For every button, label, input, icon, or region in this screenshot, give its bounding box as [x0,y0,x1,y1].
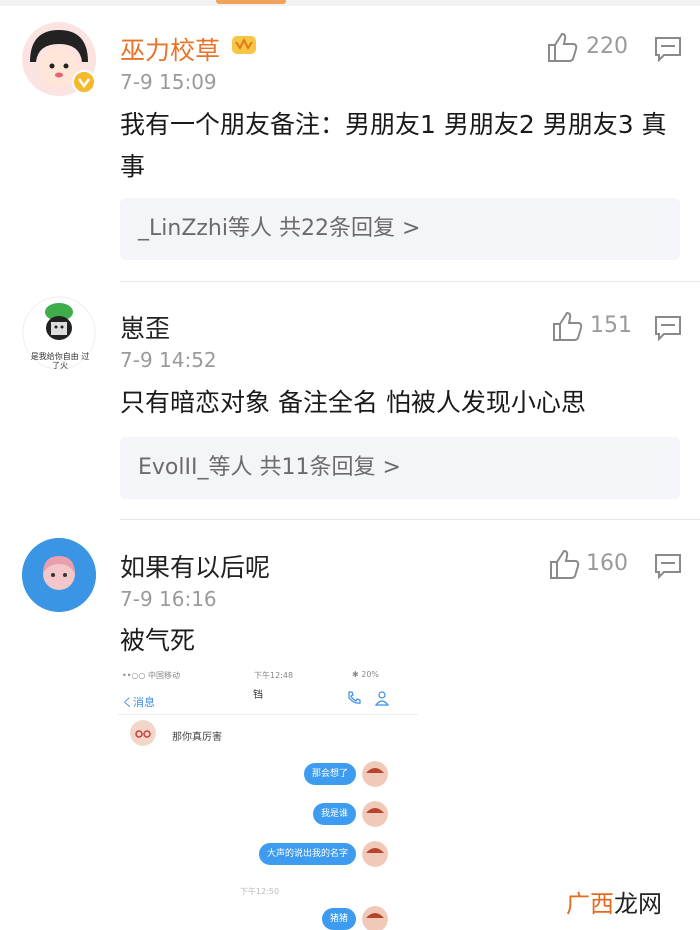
like-count: 220 [586,34,628,59]
phone-icon[interactable] [346,690,362,706]
comment-text: 被气死 [120,626,196,655]
carrier-label: ••○○ 中国移动 [122,671,180,680]
battery-label: ✱ 20% [352,670,380,679]
outgoing-message: 猪猪 [321,908,356,930]
like-count: 160 [586,551,628,576]
outgoing-message: 我是谁 [312,803,356,825]
comment-text: 只有暗恋对象 备注全名 怕被人发现小心思 [120,388,586,417]
chat-contact-title: 铛 [253,690,263,701]
site-watermark: 广西龙网 [566,884,662,919]
status-clock: 下午12:48 [254,671,294,680]
active-tab-indicator [216,0,286,4]
vip-crown-icon [232,36,256,54]
attached-chat-screenshot[interactable]: ••○○ 中国移动 下午12:48 ✱ 20% く消息 铛 那你真厉害 那会想了… [118,664,418,930]
contact-avatar-icon [130,720,156,746]
anime-girl-avatar-icon [22,538,96,612]
self-avatar-icon [362,906,388,930]
user-avatar[interactable] [22,538,96,612]
thumbs-up-icon[interactable] [545,30,579,64]
watermark-part-1: 广西 [566,890,614,918]
username[interactable]: 巫力校草 [120,31,220,67]
top-tab-strip [0,0,700,6]
thumbs-up-icon[interactable] [550,309,584,343]
outgoing-message: 那会想了 [303,763,356,785]
reply-summary[interactable]: _LinZzhi等人 共22条回复 > [120,198,680,260]
self-avatar-icon [362,801,388,827]
contact-profile-icon[interactable] [374,690,390,706]
username[interactable]: 如果有以后呢 [120,548,270,584]
self-avatar-icon [362,841,388,867]
comment-time: 7-9 15:09 [120,70,217,94]
username[interactable]: 崽歪 [120,309,170,345]
thumbs-up-icon[interactable] [547,547,581,581]
avatar-caption: 是我给你自由 过了火 [30,352,90,370]
chat-header-divider [118,714,418,715]
reply-comment-icon[interactable] [654,553,682,579]
comment-text: 我有一个朋友备注：男朋友1 男朋友2 男朋友3 真事 [120,110,667,181]
watermark-part-2: 龙网 [614,890,662,918]
comment-time: 7-9 16:16 [120,587,217,611]
comment-time: 7-9 14:52 [120,348,217,372]
chat-timestamp: 下午12:50 [240,887,280,896]
verified-badge-icon [72,70,96,94]
incoming-message: 那你真厉害 [172,732,222,743]
reply-comment-icon[interactable] [654,315,682,341]
reply-summary[interactable]: EvolII_等人 共11条回复 > [120,437,680,499]
reply-comment-icon[interactable] [654,36,682,62]
outgoing-message: 大声的说出我的名字 [258,843,356,865]
like-count: 151 [590,313,632,338]
back-to-messages[interactable]: く消息 [122,694,155,710]
self-avatar-icon [362,761,388,787]
comment-divider [120,519,700,520]
comment-divider [120,281,700,282]
